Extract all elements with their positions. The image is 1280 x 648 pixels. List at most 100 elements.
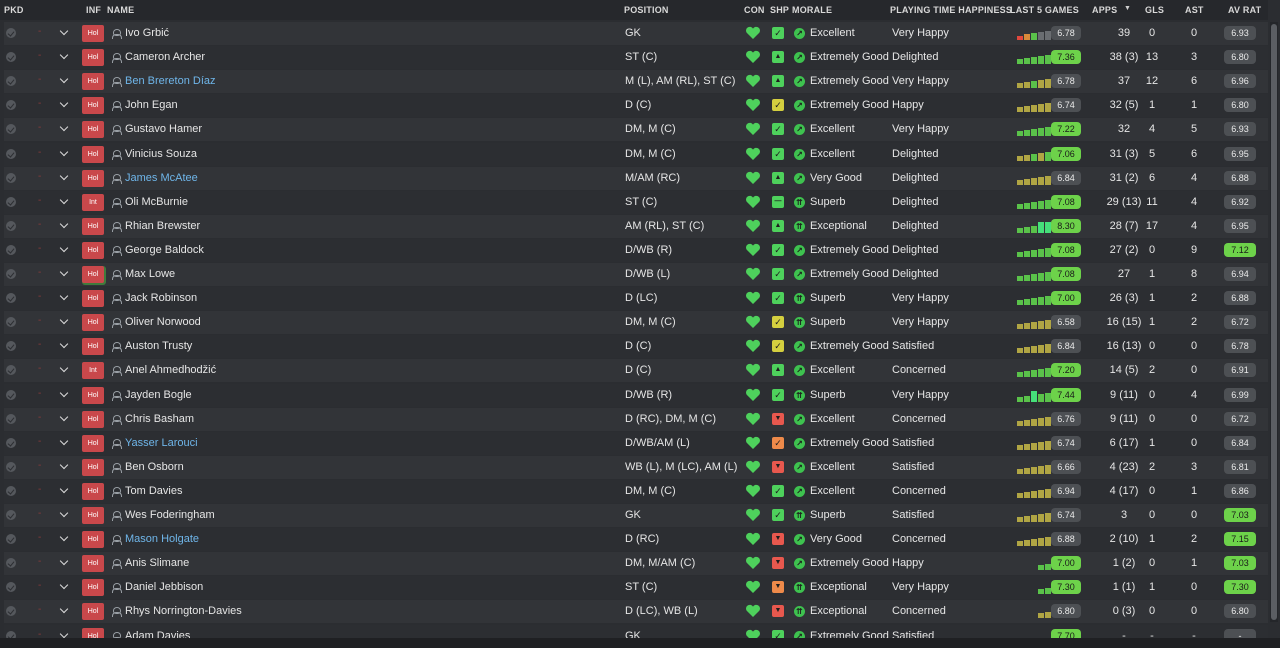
table-row[interactable]: - Hol Gustavo Hamer DM, M (C) ✓ ↗ Excellent Ver… [4, 118, 1268, 141]
picked-check-icon[interactable] [6, 28, 16, 38]
inf-badge[interactable]: Hol [82, 531, 104, 548]
picked-check-icon[interactable] [6, 197, 16, 207]
picked-check-icon[interactable] [6, 390, 16, 400]
chevron-down-icon[interactable] [59, 243, 69, 253]
player-name[interactable]: Tom Davies [125, 485, 182, 497]
picked-check-icon[interactable] [6, 486, 16, 496]
picked-check-icon[interactable] [6, 341, 16, 351]
picked-check-icon[interactable] [6, 438, 16, 448]
chevron-down-icon[interactable] [59, 171, 69, 181]
col-header-gls[interactable]: GLS [1145, 5, 1164, 15]
table-row[interactable]: - Hol Ivo Grbić GK ✓ ↗ Excellent Very Happy 6.78… [4, 22, 1268, 45]
picked-check-icon[interactable] [6, 245, 16, 255]
col-header-apps[interactable]: APPS [1092, 5, 1117, 15]
col-header-position[interactable]: POSITION [624, 5, 669, 15]
table-row[interactable]: - Hol Vinicius Souza DM, M (C) ✓ ↗ Excellent De… [4, 143, 1268, 166]
chevron-down-icon[interactable] [59, 219, 69, 229]
inf-badge[interactable]: Hol [82, 555, 104, 572]
table-row[interactable]: - Hol Cameron Archer ST (C) ▲ ↗ Extremely Good… [4, 46, 1268, 69]
inf-badge[interactable]: Hol [82, 170, 104, 187]
inf-badge[interactable]: Hol [82, 579, 104, 596]
player-name[interactable]: Daniel Jebbison [125, 581, 203, 593]
chevron-down-icon[interactable] [59, 74, 69, 84]
col-header-last5[interactable]: LAST 5 GAMES [1010, 5, 1079, 15]
player-name[interactable]: George Baldock [125, 244, 204, 256]
sort-descending-icon[interactable]: ▼ [1124, 5, 1131, 12]
table-row[interactable]: - Int Oli McBurnie ST (C) — ⇈ Superb Delighted 7… [4, 191, 1268, 214]
picked-check-icon[interactable] [6, 293, 16, 303]
player-name[interactable]: Rhys Norrington-Davies [125, 605, 242, 617]
chevron-down-icon[interactable] [59, 122, 69, 132]
table-row[interactable]: - Hol Auston Trusty D (C) ✓ ↗ Extremely Good Sa… [4, 335, 1268, 358]
inf-badge[interactable]: Hol [82, 218, 104, 235]
inf-badge[interactable]: Hol [82, 459, 104, 476]
player-name[interactable]: Ben Brereton Díaz [125, 75, 216, 87]
table-row[interactable]: - Hol Oliver Norwood DM, M (C) ✓ ⇈ Superb Very … [4, 311, 1268, 334]
table-row[interactable]: - Hol Chris Basham D (RC), DM, M (C) ▼ ↗ Excel… [4, 408, 1268, 431]
inf-badge[interactable]: Hol [82, 242, 104, 259]
player-name[interactable]: Oli McBurnie [125, 196, 188, 208]
table-row[interactable]: - Hol Max Lowe D/WB (L) ✓ ↗ Extremely Good Deli… [4, 263, 1268, 286]
picked-check-icon[interactable] [6, 76, 16, 86]
picked-check-icon[interactable] [6, 100, 16, 110]
player-name[interactable]: James McAtee [125, 172, 198, 184]
col-header-name[interactable]: NAME [107, 5, 134, 15]
player-name[interactable]: Gustavo Hamer [125, 123, 202, 135]
inf-badge[interactable]: Hol [82, 507, 104, 524]
picked-check-icon[interactable] [6, 221, 16, 231]
table-row[interactable]: - Int Anel Ahmedhodžić D (C) ▲ ↗ Excellent Conc… [4, 359, 1268, 382]
chevron-down-icon[interactable] [59, 460, 69, 470]
col-header-inf[interactable]: INF [86, 5, 101, 15]
col-header-playing-time-happiness[interactable]: PLAYING TIME HAPPINESS [890, 5, 1012, 15]
picked-check-icon[interactable] [6, 582, 16, 592]
chevron-down-icon[interactable] [59, 315, 69, 325]
table-row[interactable]: - Hol Anis Slimane DM, M/AM (C) ▼ ↗ Extremely … [4, 552, 1268, 575]
table-row[interactable]: - Hol Yasser Larouci D/WB/AM (L) ✓ ↗ Extremely… [4, 432, 1268, 455]
inf-badge[interactable]: Hol [82, 97, 104, 114]
picked-check-icon[interactable] [6, 149, 16, 159]
table-row[interactable]: - Hol Mason Holgate D (RC) ▼ ↗ Very Good Concer… [4, 528, 1268, 551]
chevron-down-icon[interactable] [59, 363, 69, 373]
inf-badge[interactable]: Hol [82, 146, 104, 163]
player-name[interactable]: Yasser Larouci [125, 437, 198, 449]
table-row[interactable]: - Hol Ben Brereton Díaz M (L), AM (RL), ST … [4, 70, 1268, 93]
inf-badge[interactable]: Hol [82, 435, 104, 452]
col-header-pkd[interactable]: PKD [4, 5, 24, 15]
chevron-down-icon[interactable] [59, 339, 69, 349]
player-name[interactable]: Anis Slimane [125, 557, 189, 569]
chevron-down-icon[interactable] [59, 556, 69, 566]
inf-badge[interactable]: Hol [82, 411, 104, 428]
player-name[interactable]: John Egan [125, 99, 178, 111]
picked-check-icon[interactable] [6, 173, 16, 183]
col-header-shp[interactable]: SHP [770, 5, 789, 15]
picked-check-icon[interactable] [6, 124, 16, 134]
chevron-down-icon[interactable] [59, 50, 69, 60]
chevron-down-icon[interactable] [59, 436, 69, 446]
picked-check-icon[interactable] [6, 52, 16, 62]
chevron-down-icon[interactable] [59, 195, 69, 205]
inf-badge[interactable]: Hol [82, 266, 104, 283]
inf-badge[interactable]: Hol [82, 121, 104, 138]
player-name[interactable]: Ivo Grbić [125, 27, 169, 39]
inf-badge[interactable]: Hol [82, 338, 104, 355]
chevron-down-icon[interactable] [59, 412, 69, 422]
inf-badge[interactable]: Hol [82, 603, 104, 620]
player-name[interactable]: Wes Foderingham [125, 509, 215, 521]
player-name[interactable]: Jack Robinson [125, 292, 197, 304]
picked-check-icon[interactable] [6, 558, 16, 568]
chevron-down-icon[interactable] [59, 508, 69, 518]
player-name[interactable]: Ben Osborn [125, 461, 184, 473]
inf-badge[interactable]: Int [82, 194, 104, 211]
table-row[interactable]: - Hol Wes Foderingham GK ✓ ⇈ Superb Satisfied 6.… [4, 504, 1268, 527]
col-header-av-rat[interactable]: AV RAT [1228, 5, 1261, 15]
picked-check-icon[interactable] [6, 462, 16, 472]
table-row[interactable]: - Hol John Egan D (C) ✓ ↗ Extremely Good Happy 6… [4, 94, 1268, 117]
player-name[interactable]: Max Lowe [125, 268, 175, 280]
picked-check-icon[interactable] [6, 317, 16, 327]
inf-badge[interactable]: Int [82, 362, 104, 379]
inf-badge[interactable]: Hol [82, 49, 104, 66]
chevron-down-icon[interactable] [59, 26, 69, 36]
chevron-down-icon[interactable] [59, 98, 69, 108]
player-name[interactable]: Cameron Archer [125, 51, 205, 63]
chevron-down-icon[interactable] [59, 291, 69, 301]
